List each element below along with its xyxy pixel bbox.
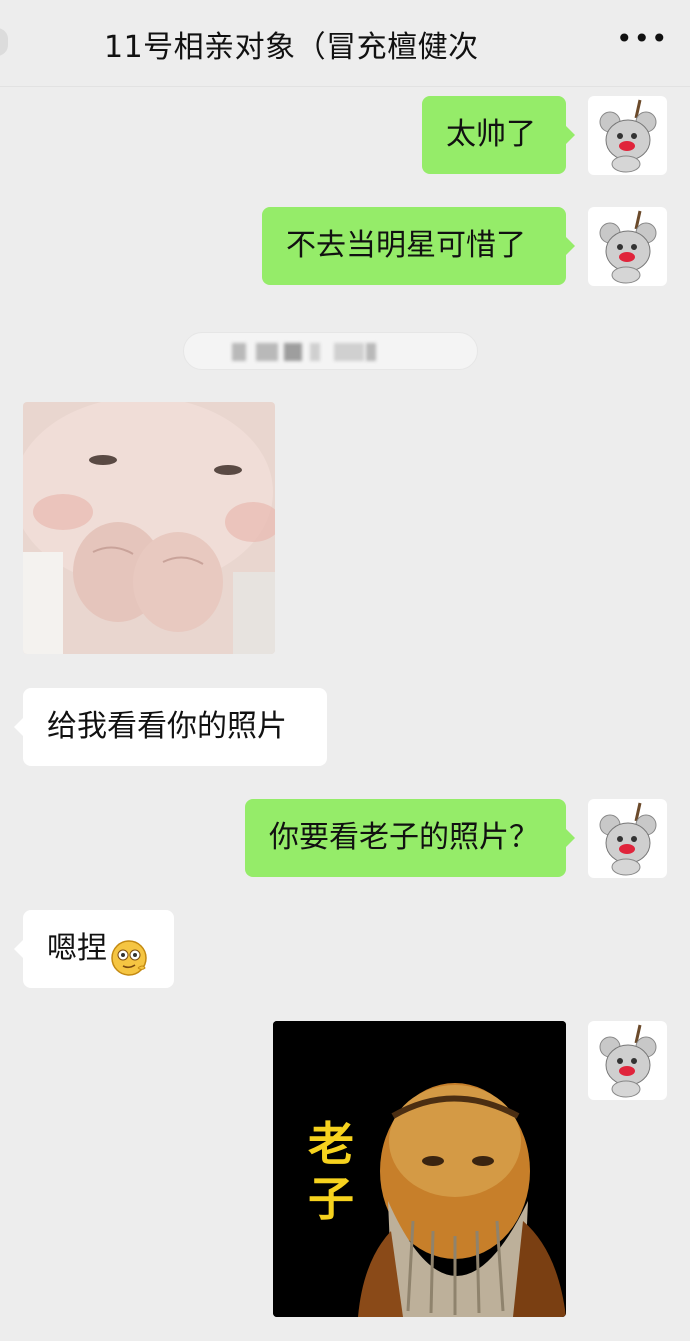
received-message-bubble[interactable]: 嗯捏 bbox=[14, 910, 174, 988]
sticker-text-lao: 老 bbox=[308, 1117, 354, 1171]
cartoon-mouse-avatar-icon bbox=[599, 210, 657, 284]
sticker-text-zi: 子 bbox=[308, 1172, 354, 1226]
cartoon-mouse-avatar-icon bbox=[599, 99, 657, 173]
my-avatar[interactable] bbox=[588, 799, 667, 878]
message-text: 给我看看你的照片 bbox=[47, 709, 287, 744]
message-text: 太帅了 bbox=[446, 117, 536, 152]
cartoon-mouse-avatar-icon bbox=[599, 1024, 657, 1098]
cartoon-mouse-avatar-icon bbox=[599, 802, 657, 876]
chat-title: 11号相亲对象（冒充檀健次 bbox=[104, 30, 479, 65]
chat-header: 11号相亲对象（冒充檀健次 ••• bbox=[0, 0, 690, 87]
received-message-bubble[interactable]: 给我看看你的照片 bbox=[14, 688, 327, 766]
my-avatar[interactable] bbox=[588, 96, 667, 175]
my-avatar[interactable] bbox=[588, 207, 667, 286]
sent-sticker-laozi[interactable]: 老 子 bbox=[273, 1021, 566, 1317]
sent-message-bubble[interactable]: 太帅了 bbox=[422, 96, 575, 174]
more-options-button[interactable]: ••• bbox=[616, 22, 669, 55]
message-text: 嗯捏 bbox=[47, 931, 107, 966]
my-avatar[interactable] bbox=[588, 1021, 667, 1100]
sent-message-bubble[interactable]: 你要看老子的照片？ bbox=[245, 799, 575, 877]
sent-message-bubble[interactable]: 不去当明星可惜了 bbox=[262, 207, 575, 285]
message-text: 你要看老子的照片？ bbox=[269, 820, 539, 855]
blurred-timestamp bbox=[183, 332, 478, 370]
baby-photo-image bbox=[23, 402, 275, 654]
received-image-baby[interactable] bbox=[23, 402, 275, 654]
smirking-emoji-icon bbox=[109, 930, 149, 976]
message-text: 不去当明星可惜了 bbox=[286, 228, 526, 263]
back-button-icon[interactable] bbox=[0, 28, 8, 56]
